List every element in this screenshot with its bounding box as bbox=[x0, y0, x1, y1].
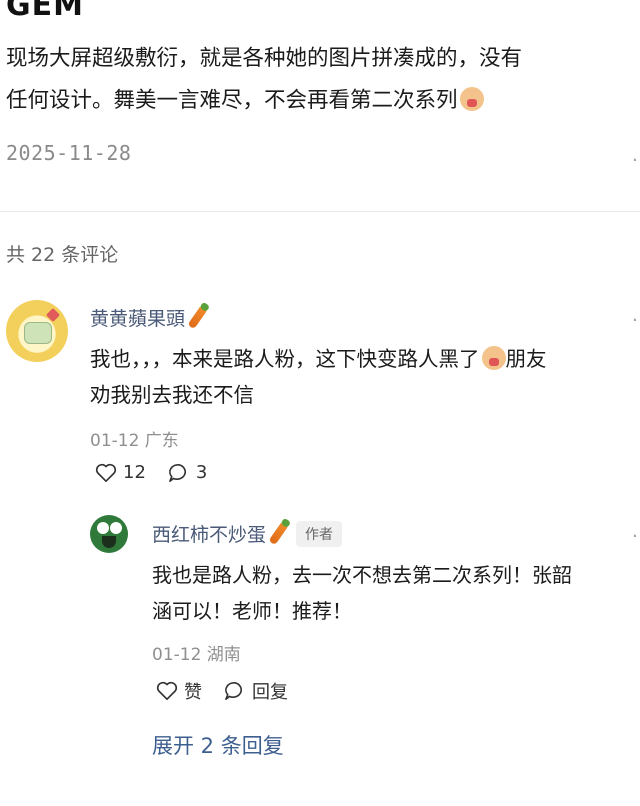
divider bbox=[0, 211, 640, 212]
more-dot-icon[interactable]: · bbox=[632, 526, 638, 547]
carrot-icon bbox=[187, 306, 207, 330]
comment-actions: 12 3 bbox=[95, 462, 229, 483]
reply-text: 我也是路人粉，去一次不想去第二次系列！张韶 涵可以！老师！推荐！ bbox=[152, 557, 640, 629]
post-body-line-2-text: 任何设计。舞美一言难尽，不会再看第二次系列 bbox=[6, 88, 458, 113]
reply-label: 回复 bbox=[252, 682, 288, 703]
comment-text-part-1: 我也，，，本来是路人粉，这下快变路人黑了 bbox=[90, 347, 480, 371]
avatar[interactable] bbox=[6, 300, 68, 362]
like-button[interactable]: 12 bbox=[95, 462, 146, 483]
avatar-heart-icon bbox=[45, 307, 61, 323]
reply-username[interactable]: 西红柿不炒蛋 作者 bbox=[152, 520, 343, 547]
comment-text: 我也，，，本来是路人粉，这下快变路人黑了 朋友 劝我别去我还不信 bbox=[90, 341, 640, 413]
post-body-line-2: 任何设计。舞美一言难尽，不会再看第二次系列 bbox=[6, 80, 640, 122]
reply-button[interactable]: 回复 bbox=[224, 678, 288, 704]
reply-text-line-1: 我也是路人粉，去一次不想去第二次系列！张韶 bbox=[152, 563, 572, 587]
carrot-icon bbox=[268, 522, 288, 545]
heart-icon bbox=[156, 681, 178, 701]
comment-username-text[interactable]: 黄黄蘋果頭 bbox=[90, 308, 185, 330]
post-date: 2025-11-28 bbox=[6, 141, 132, 165]
post-body: 现场大屏超级敷衍，就是各种她的图片拼凑成的，没有 任何设计。舞美一言难尽，不会再… bbox=[6, 38, 640, 122]
sob-emoji-icon bbox=[459, 87, 484, 111]
expand-replies-link[interactable]: 展开 2 条回复 bbox=[152, 730, 284, 760]
reply-count: 3 bbox=[195, 462, 208, 483]
more-dot-icon[interactable]: · bbox=[632, 310, 638, 331]
comment-text-part-2: 朋友 bbox=[505, 347, 547, 371]
like-count: 12 bbox=[123, 462, 146, 483]
comment-meta: 01-12 广东 bbox=[90, 431, 179, 451]
post-body-line-1: 现场大屏超级敷衍，就是各种她的图片拼凑成的，没有 bbox=[6, 46, 523, 71]
reply-button[interactable]: 3 bbox=[168, 462, 207, 483]
avatar-eye-icon bbox=[110, 522, 122, 534]
author-badge: 作者 bbox=[296, 520, 343, 547]
comment-bubble-icon bbox=[168, 463, 190, 483]
reply-text-line-2: 涵可以！老师！推荐！ bbox=[152, 599, 352, 623]
reply-meta: 01-12 湖南 bbox=[152, 645, 241, 665]
comment-text-line-1: 我也，，，本来是路人粉，这下快变路人黑了 朋友 bbox=[90, 341, 640, 377]
comment-username[interactable]: 黄黄蘋果頭 bbox=[90, 304, 207, 331]
comment-text-line-2: 劝我别去我还不信 bbox=[90, 383, 254, 407]
reply-username-text[interactable]: 西红柿不炒蛋 bbox=[152, 520, 266, 547]
more-dot-icon[interactable]: · bbox=[632, 150, 638, 171]
avatar-eye-icon bbox=[97, 522, 109, 534]
reply-actions: 赞 回复 bbox=[156, 678, 310, 704]
comment-count: 共 22 条评论 bbox=[6, 244, 119, 266]
comment-bubble-icon bbox=[224, 681, 246, 701]
like-label: 赞 bbox=[184, 682, 202, 703]
post-title: GEM bbox=[6, 0, 84, 23]
avatar[interactable] bbox=[90, 515, 128, 553]
avatar-mouth-icon bbox=[102, 536, 116, 548]
sob-emoji-icon bbox=[481, 346, 506, 370]
avatar-face-icon bbox=[24, 322, 52, 344]
like-button[interactable]: 赞 bbox=[156, 678, 202, 704]
heart-icon bbox=[95, 463, 117, 483]
